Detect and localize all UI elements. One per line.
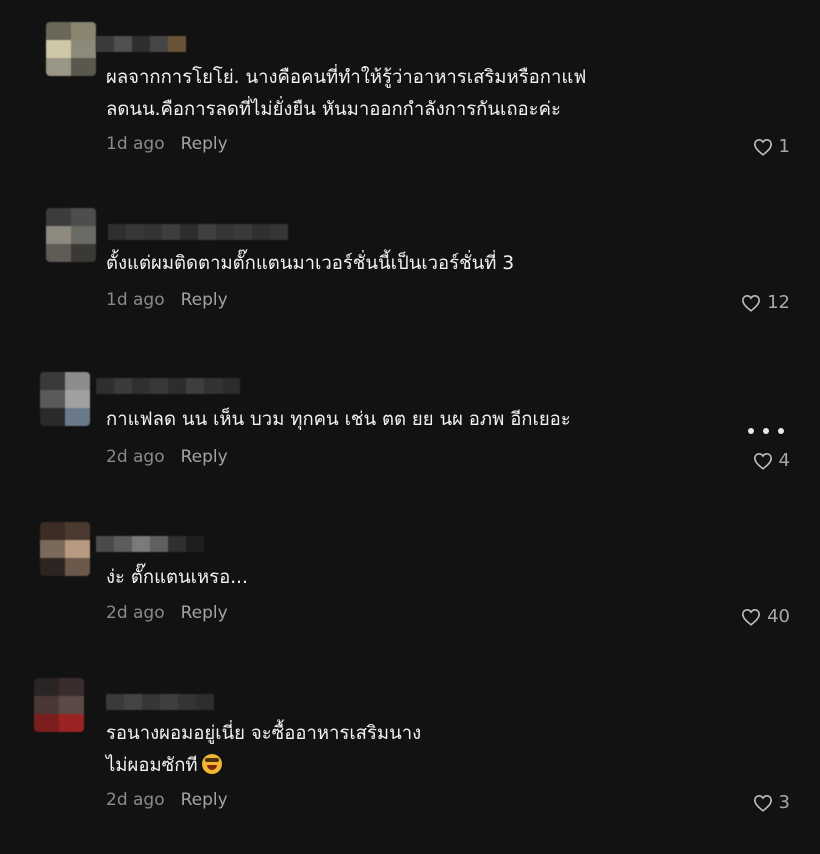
comment-time: 2d ago [106, 603, 165, 623]
like-button[interactable]: 1 [753, 136, 790, 157]
avatar[interactable] [40, 522, 90, 576]
like-count: 4 [778, 450, 790, 471]
comment-meta: 1d ago Reply [106, 290, 228, 310]
reply-button[interactable]: Reply [181, 603, 228, 623]
comment-time: 2d ago [106, 790, 165, 810]
like-button[interactable]: 4 [753, 450, 790, 471]
dot [778, 428, 784, 434]
comment-time: 2d ago [106, 447, 165, 467]
avatar[interactable] [46, 208, 96, 262]
like-count: 3 [778, 792, 790, 813]
reply-button[interactable]: Reply [181, 447, 228, 467]
like-button[interactable]: 3 [753, 792, 790, 813]
comment-meta: 2d ago Reply [106, 603, 228, 623]
comment-meta: 1d ago Reply [106, 134, 228, 154]
comment-text: กาแฟลด นน เห็น บวม ทุกคน เช่น ตต ยย นผ อ… [106, 409, 571, 430]
dot [763, 428, 769, 434]
comment-text: รอนางผอมอยู่เนี่ย จะซื้ออาหารเสริมนาง ไม… [106, 723, 422, 776]
more-options-icon[interactable] [748, 428, 784, 438]
like-count: 12 [767, 292, 790, 313]
comment-time: 1d ago [106, 134, 165, 154]
comment-text: ตั้งแต่ผมติดตามตั๊กแตนมาเวอร์ชั่นนี้เป็น… [106, 253, 515, 274]
avatar[interactable] [34, 678, 84, 732]
heart-outline-icon [753, 794, 772, 812]
like-button[interactable]: 12 [741, 292, 790, 313]
grinning-sweat-emoji [201, 754, 222, 774]
comment-meta: 2d ago Reply [106, 447, 228, 467]
comment-text: ง่ะ ตั๊กแตนเหรอ... [106, 567, 248, 588]
username[interactable] [96, 378, 248, 394]
heart-outline-icon [753, 138, 772, 156]
comment-meta: 2d ago Reply [106, 790, 228, 810]
username[interactable] [96, 36, 196, 52]
reply-button[interactable]: Reply [181, 790, 228, 810]
heart-outline-icon [742, 608, 761, 626]
reply-button[interactable]: Reply [181, 290, 228, 310]
avatar[interactable] [46, 22, 96, 76]
like-count: 1 [778, 136, 790, 157]
comment-text: ผลจากการโยโย่. นางคือคนที่ทำให้รู้ว่าอาห… [106, 67, 587, 120]
username[interactable] [96, 536, 204, 552]
like-count: 40 [767, 606, 790, 627]
username[interactable] [108, 224, 288, 240]
heart-outline-icon [742, 294, 761, 312]
avatar[interactable] [40, 372, 90, 426]
like-button[interactable]: 40 [741, 606, 790, 627]
comments-panel: ผลจากการโยโย่. นางคือคนที่ทำให้รู้ว่าอาห… [0, 0, 820, 854]
dot [748, 428, 754, 434]
comment-time: 1d ago [106, 290, 165, 310]
username[interactable] [106, 694, 214, 710]
heart-outline-icon [753, 452, 772, 470]
reply-button[interactable]: Reply [181, 134, 228, 154]
